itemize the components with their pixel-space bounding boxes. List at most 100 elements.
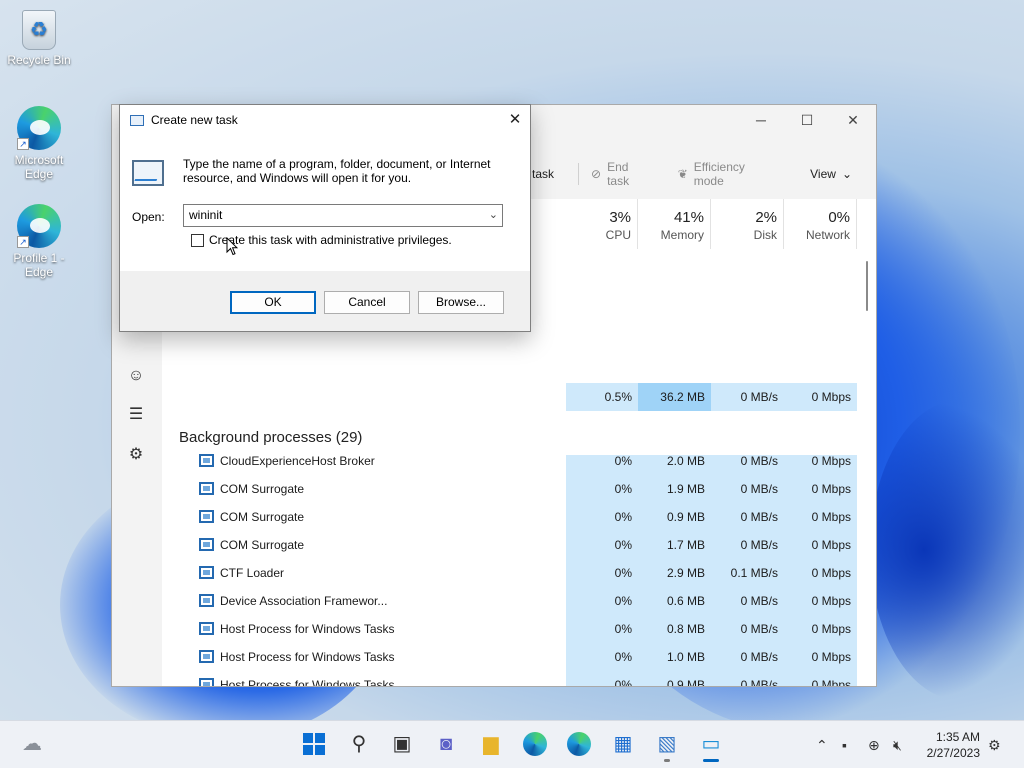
- details-nav-icon[interactable]: ☰: [126, 405, 146, 425]
- process-name: COM Surrogate: [220, 482, 305, 496]
- notification-icon[interactable]: ⚙: [988, 721, 1001, 768]
- view-menu-button[interactable]: View ⌄: [810, 167, 852, 181]
- edge-icon[interactable]: [521, 730, 549, 758]
- chat-icon[interactable]: ◙: [432, 730, 460, 758]
- table-row[interactable]: Host Process for Windows Tasks 0% 0.8 MB 0 …: [162, 615, 876, 643]
- process-icon: [199, 510, 214, 523]
- process-icon: [199, 482, 214, 495]
- process-icon: [199, 566, 214, 579]
- process-icon: [199, 678, 214, 686]
- toolbar: task ⊘ End task ❦ Efficiency mode View ⌄: [512, 153, 876, 195]
- cell-cpu: 0%: [614, 678, 632, 687]
- dialog-close-button[interactable]: ✕: [500, 105, 530, 135]
- network-globe-icon[interactable]: ⊕: [868, 721, 880, 768]
- cell-cpu: 0%: [614, 650, 632, 664]
- open-combobox[interactable]: wininit ⌄: [183, 204, 503, 227]
- tray-app-icon[interactable]: ▪: [842, 721, 847, 768]
- process-name: COM Surrogate: [220, 510, 305, 524]
- table-row[interactable]: COM Surrogate 0% 1.7 MB 0 MB/s 0 Mbps: [162, 531, 876, 559]
- table-row[interactable]: CloudExperienceHost Broker 0% 2.0 MB 0 MB/s…: [162, 447, 876, 475]
- process-name: COM Surrogate: [220, 538, 305, 552]
- users-nav-icon[interactable]: ☺: [126, 366, 146, 386]
- cell-cpu: 0%: [614, 482, 632, 496]
- cell-memory: 1.0 MB: [666, 650, 705, 664]
- performance-monitor-icon[interactable]: ▧: [653, 730, 681, 762]
- dialog-title: Create new task: [151, 113, 238, 127]
- search-icon[interactable]: ⚲: [345, 730, 373, 758]
- taskbar: ☁ ⚲ ▣ ◙ ▆ ▦ ▧ ▭ ⌃ ▪ ⊕ 🔇︎ 1:35 AM 2/27/20…: [0, 720, 1024, 768]
- process-name: CTF Loader: [220, 566, 285, 580]
- process-icon: [199, 454, 214, 467]
- column-header-cpu[interactable]: 3% CPU: [566, 199, 638, 249]
- cell-memory: 1.7 MB: [666, 538, 705, 552]
- table-row-selected-app[interactable]: 0.5% 36.2 MB 0 MB/s 0 Mbps: [566, 383, 857, 411]
- cell-disk: 0 MB/s: [740, 510, 778, 524]
- task-view-icon[interactable]: ▣: [388, 730, 416, 758]
- task-manager-icon[interactable]: ▭: [697, 730, 725, 762]
- desktop-icon-recycle-bin[interactable]: ♻ Recycle Bin: [4, 10, 74, 67]
- weather-widget-icon[interactable]: ☁: [18, 730, 46, 758]
- shortcut-arrow-icon: ↗: [17, 236, 29, 248]
- cell-memory: 1.9 MB: [666, 482, 705, 496]
- cell-cpu: 0%: [614, 454, 632, 468]
- close-button[interactable]: ✕: [830, 105, 876, 135]
- cell-network: 0 Mbps: [811, 650, 851, 664]
- windows-start-icon[interactable]: [300, 730, 328, 758]
- cell-disk: 0 MB/s: [740, 538, 778, 552]
- column-header-network[interactable]: 0% Network: [784, 199, 857, 249]
- leaf-icon: ❦: [677, 167, 688, 181]
- desktop-icon-label: Profile 1 - Edge: [13, 251, 65, 279]
- efficiency-mode-button[interactable]: ❦ Efficiency mode: [678, 160, 778, 188]
- tray-chevron-up-icon[interactable]: ⌃: [816, 721, 828, 768]
- process-icon: [199, 622, 214, 635]
- scrollbar[interactable]: [866, 261, 868, 311]
- table-row[interactable]: Device Association Framewor... 0% 0.6 MB 0 …: [162, 587, 876, 615]
- table-row[interactable]: Host Process for Windows Tasks 0% 0.9 MB 0 …: [162, 671, 876, 687]
- table-row[interactable]: COM Surrogate 0% 1.9 MB 0 MB/s 0 Mbps: [162, 475, 876, 503]
- desktop-icon-profile-edge[interactable]: ↗ Profile 1 - Edge: [4, 204, 74, 279]
- admin-privileges-checkbox[interactable]: [191, 233, 204, 247]
- cell-network: 0 Mbps: [811, 510, 851, 524]
- edge-profile-icon[interactable]: [565, 730, 593, 758]
- cancel-button[interactable]: Cancel: [324, 291, 410, 314]
- services-nav-icon[interactable]: ⚙: [126, 445, 146, 465]
- process-name: CloudExperienceHost Broker: [220, 454, 375, 468]
- dialog-description: Type the name of a program, folder, docu…: [183, 157, 491, 185]
- cell-memory: 0.9 MB: [666, 678, 705, 687]
- process-name: Host Process for Windows Tasks: [220, 678, 395, 687]
- cell-disk: 0 MB/s: [740, 482, 778, 496]
- column-header-disk[interactable]: 2% Disk: [711, 199, 784, 249]
- window-caption-buttons: ─ ☐ ✕: [738, 105, 876, 135]
- table-row[interactable]: Host Process for Windows Tasks 0% 1.0 MB 0 …: [162, 643, 876, 671]
- desktop-icon-microsoft-edge[interactable]: ↗ Microsoft Edge: [4, 106, 74, 181]
- minimize-button[interactable]: ─: [738, 105, 784, 135]
- cell-memory: 0.9 MB: [666, 510, 705, 524]
- column-header-memory[interactable]: 41% Memory: [638, 199, 711, 249]
- file-explorer-icon[interactable]: ▆: [477, 730, 505, 758]
- toolbar-separator: [578, 163, 580, 185]
- cell-network: 0 Mbps: [811, 678, 851, 687]
- chevron-down-icon: ⌄: [841, 167, 852, 181]
- cell-network: 0 Mbps: [811, 594, 851, 608]
- cell-disk: 0 MB/s: [740, 678, 778, 687]
- edge-icon: ↗: [17, 106, 61, 150]
- desktop-icon-label: Recycle Bin: [7, 53, 71, 67]
- process-icon: [199, 538, 214, 551]
- end-task-button[interactable]: ⊘ End task: [591, 160, 654, 188]
- table-row[interactable]: CTF Loader 0% 2.9 MB 0.1 MB/s 0 Mbps: [162, 559, 876, 587]
- run-window-icon: [130, 114, 144, 126]
- edge-profile-icon: ↗: [17, 204, 61, 248]
- chevron-down-icon[interactable]: ⌄: [489, 205, 498, 226]
- run-new-task-button[interactable]: task: [532, 167, 554, 181]
- volume-muted-icon[interactable]: 🔇︎: [893, 721, 902, 768]
- cell-disk: 0 MB/s: [740, 622, 778, 636]
- clock-time: 1:35 AM: [935, 730, 980, 744]
- table-row[interactable]: COM Surrogate 0% 0.9 MB 0 MB/s 0 Mbps: [162, 503, 876, 531]
- browse-button[interactable]: Browse...: [418, 291, 504, 314]
- cell-network: 0 Mbps: [811, 566, 851, 580]
- clock[interactable]: 1:35 AM 2/27/2023: [927, 729, 980, 761]
- maximize-button[interactable]: ☐: [784, 105, 830, 135]
- store-icon[interactable]: ▦: [609, 730, 637, 758]
- cell-network: 0 Mbps: [811, 622, 851, 636]
- ok-button[interactable]: OK: [230, 291, 316, 314]
